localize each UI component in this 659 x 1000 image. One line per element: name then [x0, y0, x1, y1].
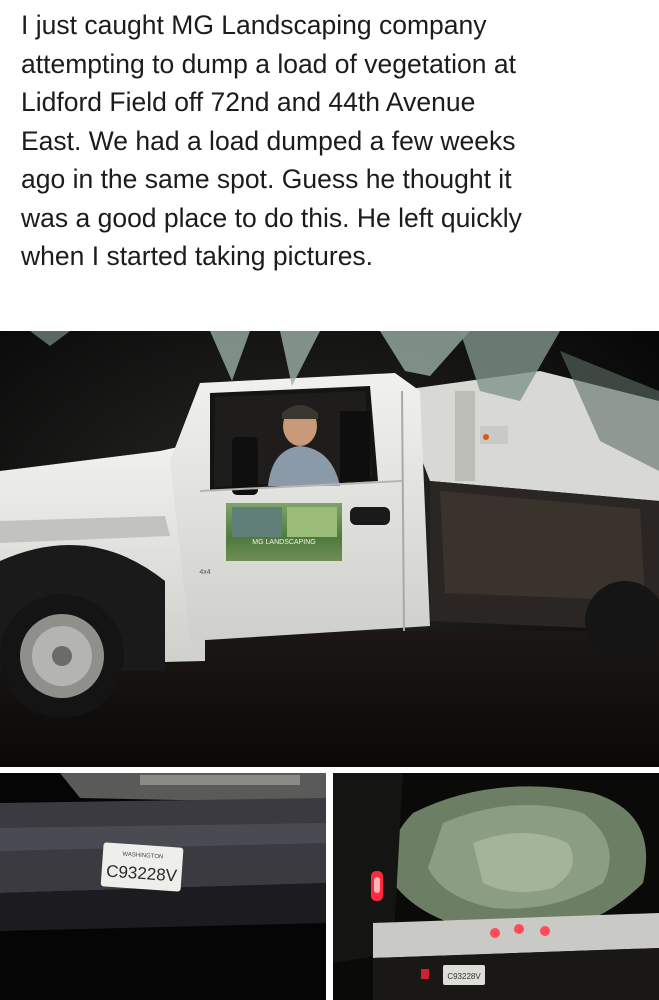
rear-view-photo[interactable]: C93228V: [333, 773, 659, 1000]
post-line-6: was a good place to do this. He left qui…: [21, 202, 522, 233]
post-line-1: I just caught MG Landscaping company: [21, 10, 487, 40]
license-plate-image: WASHINGTON C93228V: [0, 773, 326, 1000]
post-line-3: Lidford Field off 72nd and 44th Avenue: [21, 87, 476, 117]
post-line-5: ago in the same spot. Guess he thought i…: [21, 164, 512, 194]
rear-plate-number: C93228V: [447, 972, 481, 981]
truck-photo-image: MG LANDSCAPING 4x4: [0, 331, 659, 767]
fender-badge: 4x4: [199, 569, 210, 576]
post-line-4: East. We had a load dumped a few weeks: [21, 125, 516, 156]
license-plate-photo[interactable]: WASHINGTON C93228V: [0, 773, 326, 1000]
truck-photo[interactable]: MG LANDSCAPING 4x4: [0, 331, 659, 767]
post-line-7: when I started taking pictures.: [21, 241, 374, 271]
door-sign-text: MG LANDSCAPING: [252, 539, 315, 546]
post-line-2: attempting to dump a load of vegetation …: [21, 48, 516, 79]
post-text: I just caught MG Landscaping company att…: [21, 6, 646, 276]
rear-view-image: C93228V: [333, 773, 659, 1000]
